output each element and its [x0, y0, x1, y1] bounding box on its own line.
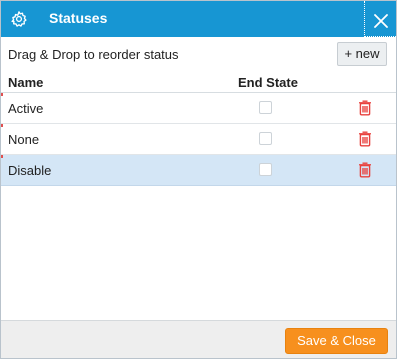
status-table: Name End State Active None Disable	[1, 71, 396, 186]
table-row[interactable]: Active	[1, 93, 396, 124]
end-state-checkbox[interactable]	[259, 132, 272, 145]
table-header: Name End State	[1, 71, 396, 93]
dialog-titlebar: Statuses	[1, 1, 396, 37]
end-state-checkbox[interactable]	[259, 101, 272, 114]
column-header-end-state: End State	[238, 75, 298, 90]
dialog-footer: Save & Close	[1, 320, 396, 358]
column-header-name: Name	[8, 75, 44, 90]
gear-icon[interactable]	[10, 10, 28, 28]
table-row[interactable]: Disable	[1, 155, 396, 186]
close-button[interactable]	[364, 1, 396, 37]
status-name: None	[8, 132, 40, 147]
drag-marker	[1, 124, 3, 127]
trash-icon[interactable]	[358, 161, 372, 178]
save-close-button[interactable]: Save & Close	[285, 328, 388, 354]
drag-marker	[1, 155, 3, 158]
dialog-toolbar: Drag & Drop to reorder status + new	[1, 37, 396, 71]
dialog-title: Statuses	[49, 10, 108, 26]
status-name: Disable	[8, 163, 52, 178]
drag-marker	[1, 93, 3, 96]
trash-icon[interactable]	[358, 99, 372, 116]
reorder-hint: Drag & Drop to reorder status	[8, 47, 179, 62]
statuses-dialog: Statuses Drag & Drop to reorder status +…	[0, 0, 397, 359]
new-status-button[interactable]: + new	[337, 42, 387, 66]
close-icon	[374, 14, 388, 28]
trash-icon[interactable]	[358, 130, 372, 147]
status-name: Active	[8, 101, 44, 116]
table-row[interactable]: None	[1, 124, 396, 155]
end-state-checkbox[interactable]	[259, 163, 272, 176]
